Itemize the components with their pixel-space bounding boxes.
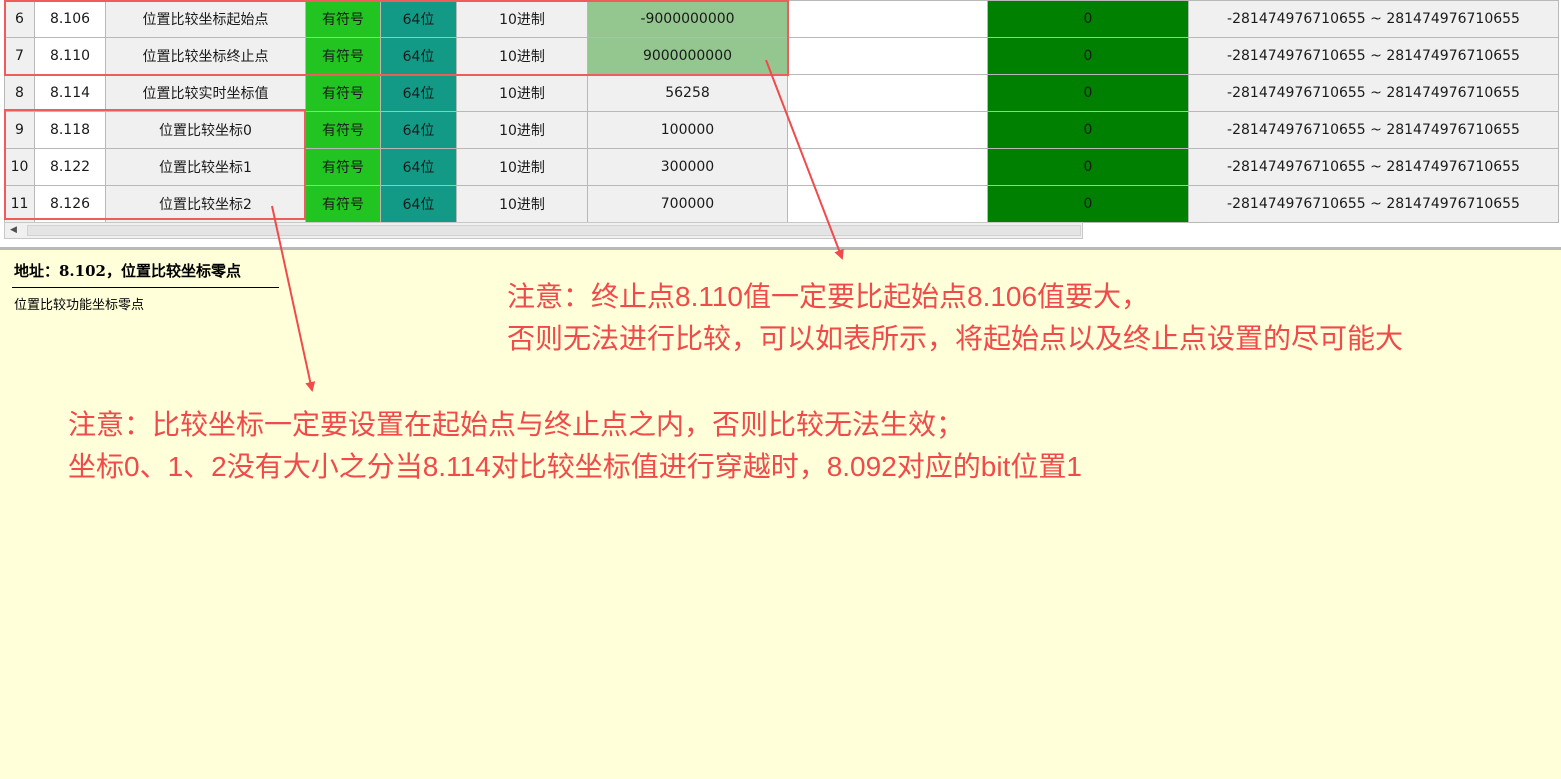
note-a-line-1: 注意：终止点8.110值一定要比起始点8.106值要大， xyxy=(507,281,1150,312)
blank-cell[interactable] xyxy=(787,148,988,186)
blank-cell[interactable] xyxy=(787,74,988,112)
number-base-cell[interactable]: 10进制 xyxy=(456,148,588,186)
number-base-cell[interactable]: 10进制 xyxy=(456,74,588,112)
description-text: 位置比较功能坐标零点 xyxy=(14,298,145,313)
sign-type-cell[interactable]: 有符号 xyxy=(305,185,381,223)
default-value-cell[interactable]: 0 xyxy=(987,185,1189,223)
value-cell[interactable]: 100000 xyxy=(587,111,788,149)
number-base-cell[interactable]: 10进制 xyxy=(456,111,588,149)
annotation-note-endpoints: 注意：终止点8.110值一定要比起始点8.106值要大， 否则无法进行比较，可以… xyxy=(507,276,1403,360)
value-cell[interactable]: 300000 xyxy=(587,148,788,186)
highlight-box-start-end-rows xyxy=(4,0,789,76)
scroll-left-arrow-icon[interactable]: ◀ xyxy=(5,223,22,238)
note-b-line-1: 注意：比较坐标一定要设置在起始点与终止点之内，否则比较无法生效； xyxy=(68,409,965,440)
annotation-note-coordinates: 注意：比较坐标一定要设置在起始点与终止点之内，否则比较无法生效； 坐标0、1、2… xyxy=(68,404,1082,488)
note-a-line-2: 否则无法进行比较，可以如表所示，将起始点以及终止点设置的尽可能大 xyxy=(507,323,1404,354)
description-title: 地址：8.102，位置比较坐标零点 xyxy=(14,262,241,280)
value-cell[interactable]: 700000 xyxy=(587,185,788,223)
range-cell[interactable]: -281474976710655 ~ 281474976710655 xyxy=(1188,0,1559,38)
range-cell[interactable]: -281474976710655 ~ 281474976710655 xyxy=(1188,185,1559,223)
default-value-cell[interactable]: 0 xyxy=(987,37,1189,75)
blank-cell[interactable] xyxy=(787,111,988,149)
table-row[interactable]: 8 8.114 位置比较实时坐标值 有符号 64位 10进制 56258 0 -28147497… xyxy=(4,74,1559,112)
range-cell[interactable]: -281474976710655 ~ 281474976710655 xyxy=(1188,148,1559,186)
value-cell[interactable]: 56258 xyxy=(587,74,788,112)
scrollbar-thumb[interactable] xyxy=(27,225,1081,236)
address-cell[interactable]: 8.114 xyxy=(34,74,106,112)
blank-cell[interactable] xyxy=(787,185,988,223)
blank-cell[interactable] xyxy=(787,0,988,38)
default-value-cell[interactable]: 0 xyxy=(987,74,1189,112)
parameter-name-cell[interactable]: 位置比较实时坐标值 xyxy=(105,74,306,112)
number-base-cell[interactable]: 10进制 xyxy=(456,185,588,223)
sign-type-cell[interactable]: 有符号 xyxy=(305,148,381,186)
blank-cell[interactable] xyxy=(787,37,988,75)
description-divider xyxy=(12,287,279,288)
default-value-cell[interactable]: 0 xyxy=(987,0,1189,38)
highlight-box-coordinate-rows xyxy=(4,109,306,220)
horizontal-scrollbar[interactable]: ◀ xyxy=(4,222,1083,239)
bit-width-cell[interactable]: 64位 xyxy=(380,111,457,149)
note-b-line-2: 坐标0、1、2没有大小之分当8.114对比较坐标值进行穿越时，8.092对应的b… xyxy=(68,451,1082,482)
default-value-cell[interactable]: 0 xyxy=(987,148,1189,186)
range-cell[interactable]: -281474976710655 ~ 281474976710655 xyxy=(1188,111,1559,149)
sign-type-cell[interactable]: 有符号 xyxy=(305,111,381,149)
bit-width-cell[interactable]: 64位 xyxy=(380,185,457,223)
sign-type-cell[interactable]: 有符号 xyxy=(305,74,381,112)
default-value-cell[interactable]: 0 xyxy=(987,111,1189,149)
range-cell[interactable]: -281474976710655 ~ 281474976710655 xyxy=(1188,74,1559,112)
row-index-cell: 8 xyxy=(4,74,35,112)
bit-width-cell[interactable]: 64位 xyxy=(380,148,457,186)
bit-width-cell[interactable]: 64位 xyxy=(380,74,457,112)
range-cell[interactable]: -281474976710655 ~ 281474976710655 xyxy=(1188,37,1559,75)
